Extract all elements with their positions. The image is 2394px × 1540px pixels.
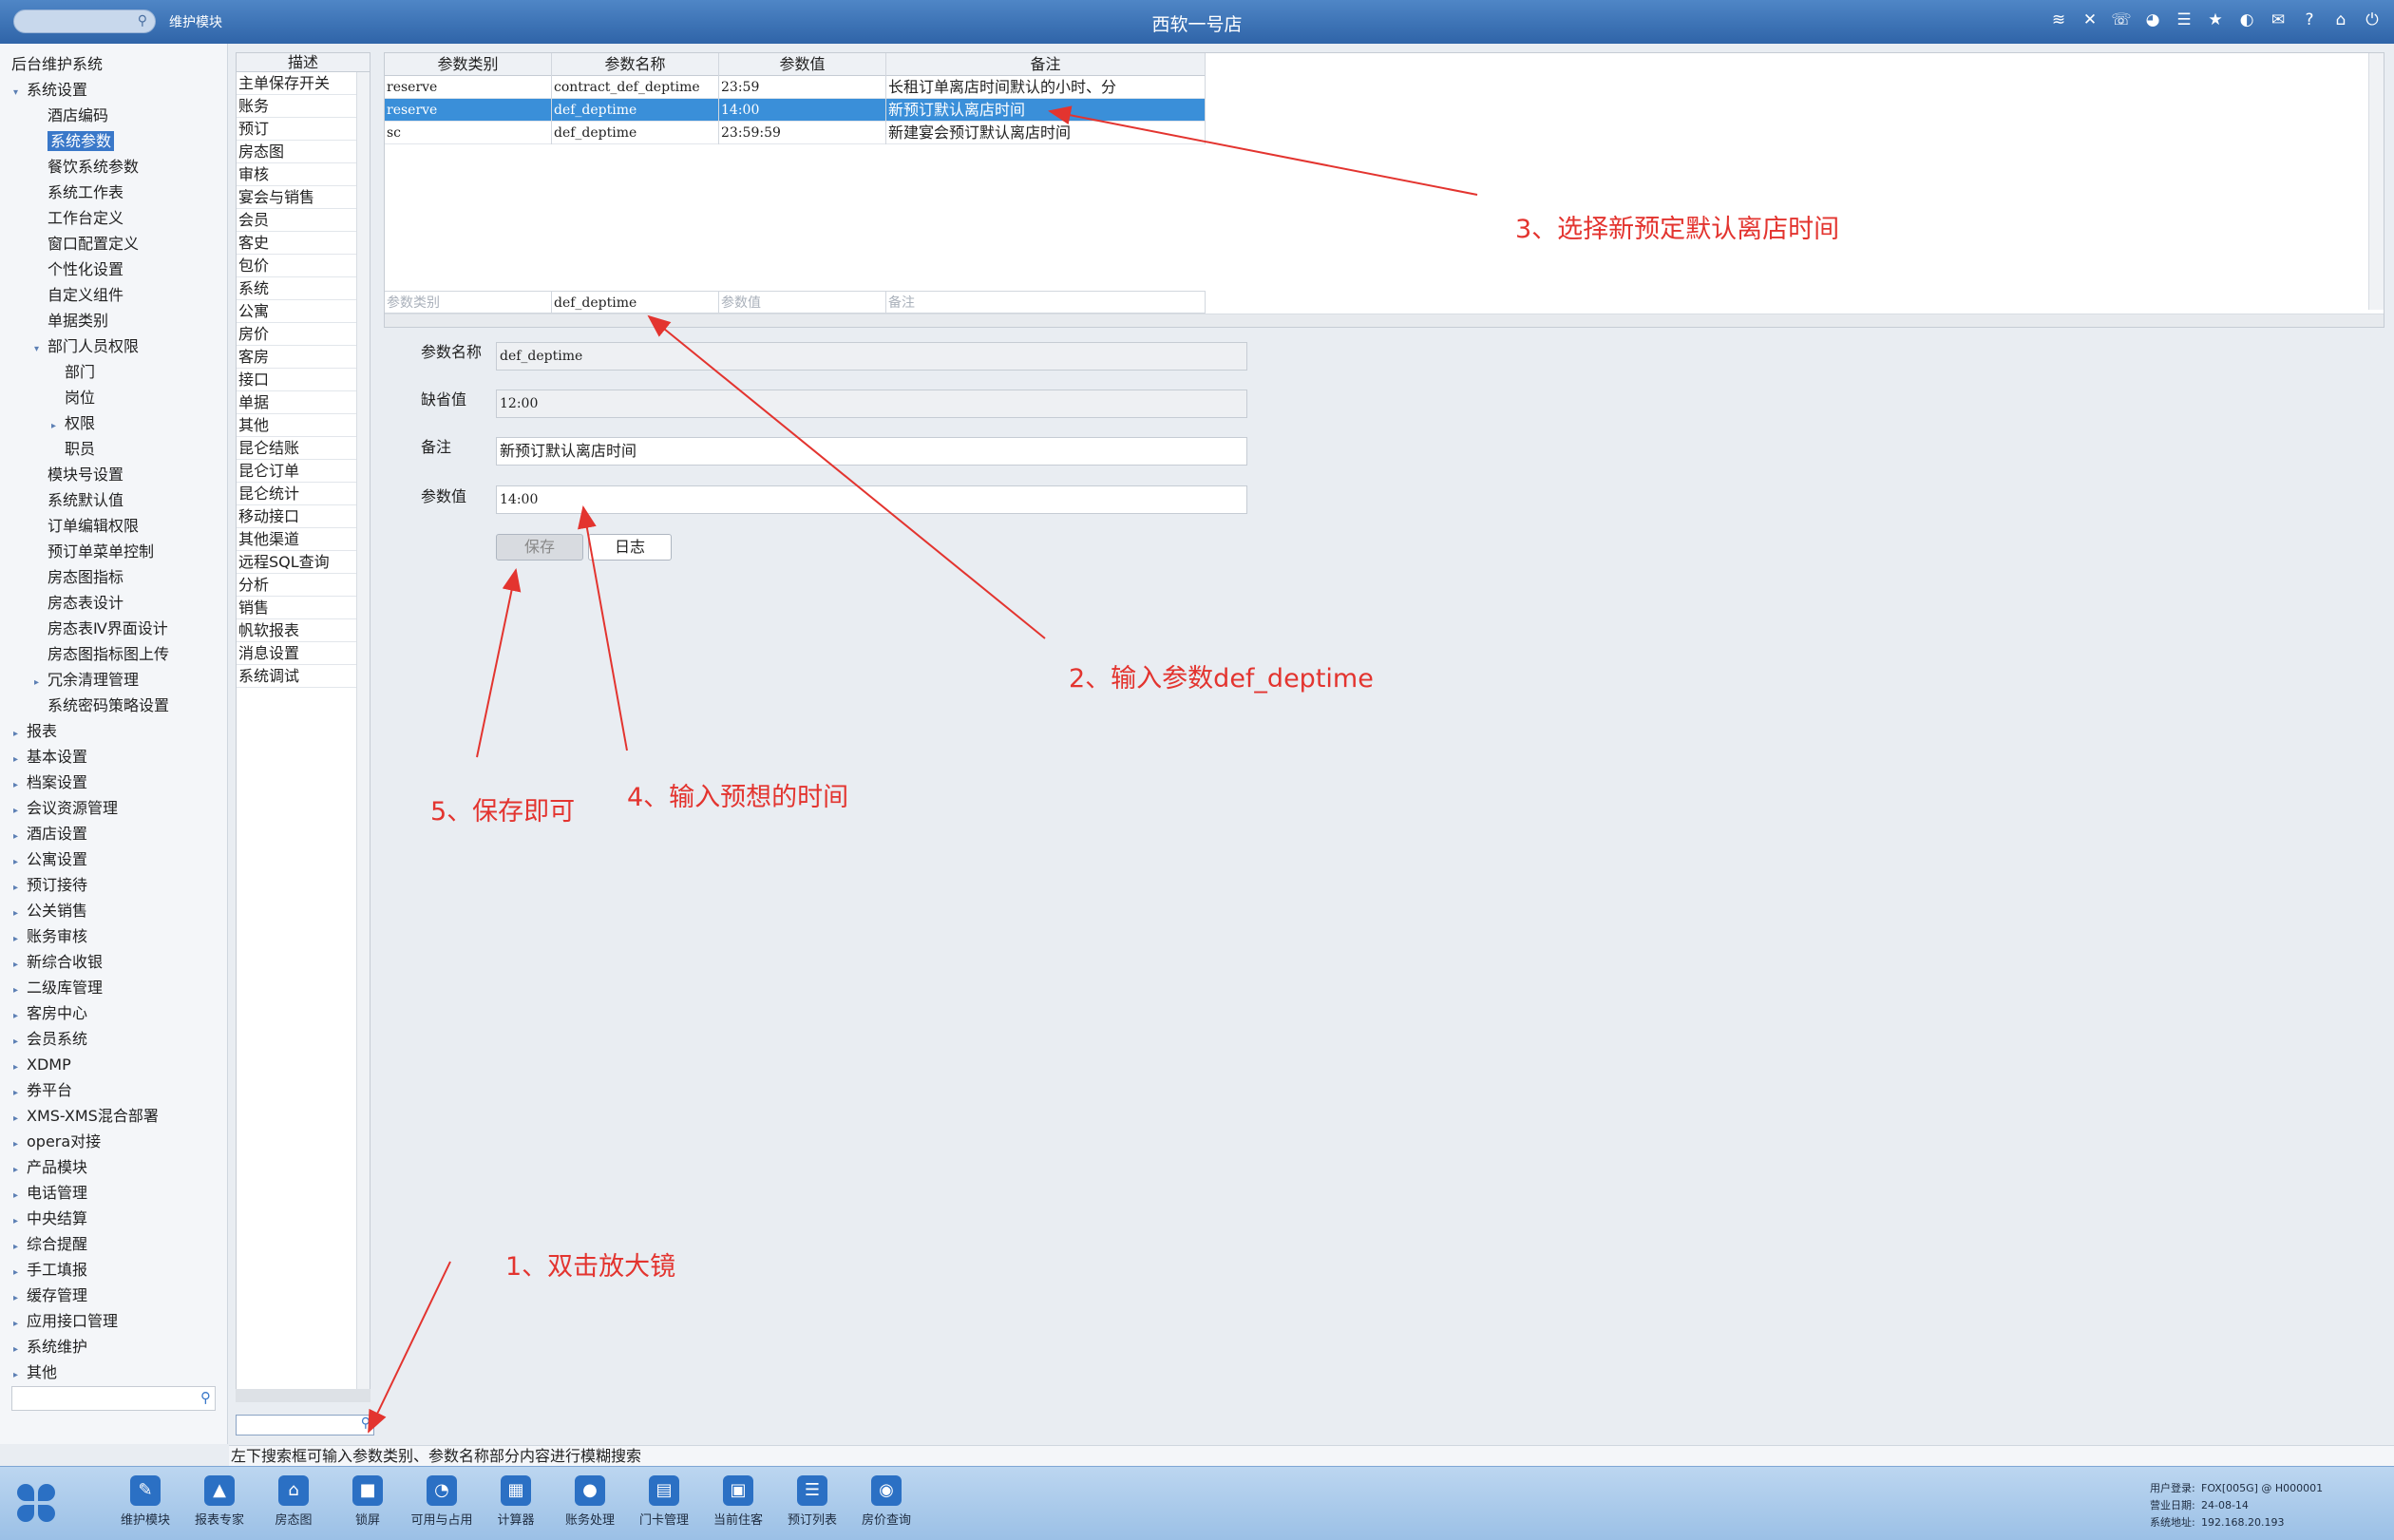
arrow-step-4 (578, 505, 628, 751)
user-value: FOX[005G] @ H000001 (2201, 1482, 2324, 1494)
app-logo-icon[interactable] (17, 1484, 57, 1524)
status-bar: 左下搜索框可输入参数类别、参数名称部分内容进行模糊搜索 (229, 1445, 2394, 1466)
taskbar-item[interactable]: ▦ 计算器 (484, 1475, 548, 1528)
annotation-step-3: 3、选择新预定默认离店时间 (1515, 215, 1840, 244)
arrow-step-5 (476, 568, 522, 758)
taskbar-item-label: 预订列表 (787, 1513, 837, 1528)
lock-icon: ■ (352, 1475, 383, 1506)
rate-query-icon: ◉ (871, 1475, 902, 1506)
taskbar-item-label: 报表专家 (194, 1513, 244, 1528)
building-icon: ⌂ (278, 1475, 309, 1506)
door-card-icon: ▤ (649, 1475, 679, 1506)
calculator-icon: ▦ (501, 1475, 531, 1506)
taskbar-item[interactable]: ⌂ 房态图 (261, 1475, 326, 1528)
taskbar-item[interactable]: ● 账务处理 (558, 1475, 622, 1528)
business-date-value: 24-08-14 (2201, 1499, 2249, 1511)
accounting-icon: ● (575, 1475, 605, 1506)
taskbar-item-label: 账务处理 (564, 1513, 615, 1528)
annotation-step-4: 4、输入预想的时间 (627, 783, 849, 812)
taskbar-item-label: 房态图 (275, 1513, 313, 1528)
taskbar-item-label: 可用与占用 (410, 1513, 473, 1528)
system-address-value: 192.168.20.193 (2201, 1516, 2285, 1529)
booking-list-icon: ☰ (797, 1475, 827, 1506)
business-date-label: 营业日期: (2150, 1499, 2195, 1511)
taskbar-item-label: 房价查询 (861, 1513, 911, 1528)
taskbar: ✎ 维护模块 ▲ 报表专家 ⌂ 房态图 ■ 锁屏 ◔ 可用与占用 ▦ 计算器 ● 账务处理 ▤ 门卡管理 ▣ 当前… (0, 1466, 2394, 1540)
arrow-step-2 (647, 314, 1046, 639)
arrow-step-1 (368, 1261, 451, 1434)
graduation-icon: ▲ (204, 1475, 235, 1506)
taskbar-item[interactable]: ◉ 房价查询 (854, 1475, 919, 1528)
annotation-step-2: 2、输入参数def_deptime (1069, 664, 1374, 694)
annotation-arrows (368, 105, 1478, 1434)
taskbar-item[interactable]: ▤ 门卡管理 (632, 1475, 696, 1528)
taskbar-item-label: 门卡管理 (638, 1513, 689, 1528)
wrench-icon: ✎ (130, 1475, 161, 1506)
pie-chart-icon: ◔ (427, 1475, 457, 1506)
taskbar-item[interactable]: ☰ 预订列表 (780, 1475, 845, 1528)
taskbar-item-label: 锁屏 (354, 1513, 380, 1528)
session-info: 用户登录: FOX[005G] @ H000001 营业日期: 24-08-14 系… (2150, 1480, 2323, 1531)
annotation-step-5: 5、保存即可 (430, 797, 576, 827)
system-address-label: 系统地址: (2150, 1516, 2195, 1529)
taskbar-item-label: 计算器 (497, 1513, 535, 1528)
annotation-step-1: 1、双击放大镜 (505, 1252, 676, 1282)
user-label: 用户登录: (2150, 1482, 2195, 1494)
guest-card-icon: ▣ (723, 1475, 753, 1506)
taskbar-item[interactable]: ■ 锁屏 (335, 1475, 400, 1528)
taskbar-item[interactable]: ▣ 当前住客 (706, 1475, 770, 1528)
taskbar-item[interactable]: ▲ 报表专家 (187, 1475, 252, 1528)
taskbar-item[interactable]: ✎ 维护模块 (113, 1475, 178, 1528)
arrow-step-3 (1048, 105, 1478, 196)
taskbar-item[interactable]: ◔ 可用与占用 (409, 1475, 474, 1528)
taskbar-item-label: 维护模块 (120, 1513, 170, 1528)
taskbar-item-label: 当前住客 (712, 1513, 763, 1528)
